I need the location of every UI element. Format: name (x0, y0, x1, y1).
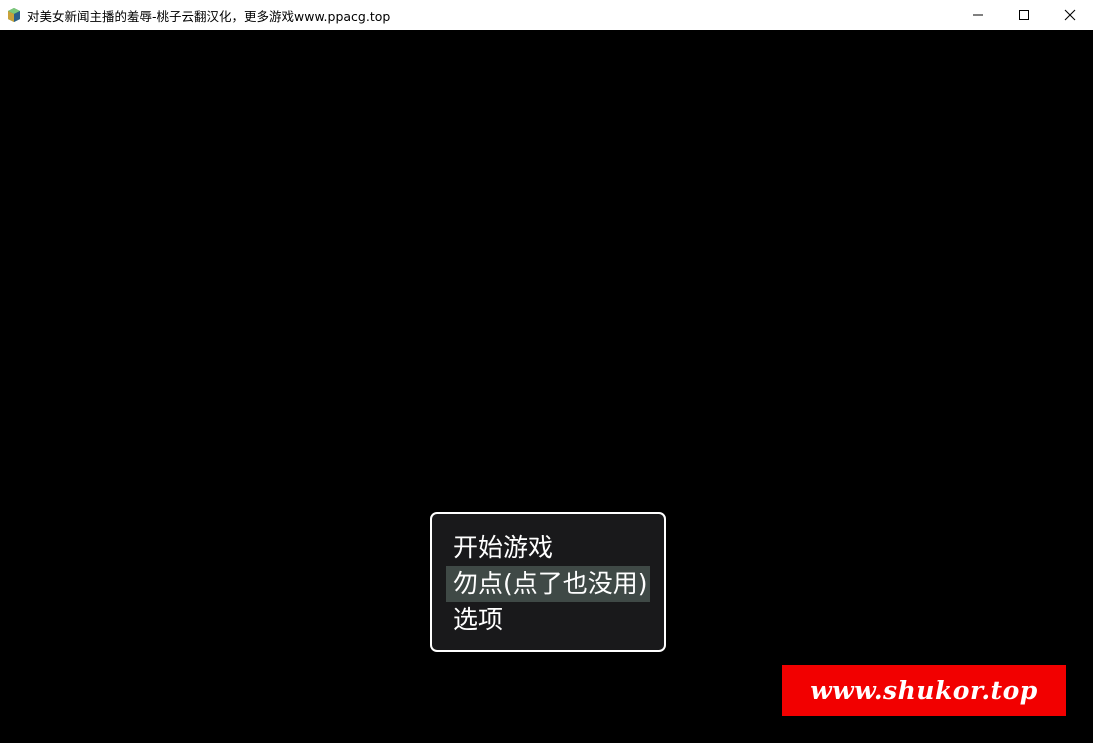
close-button[interactable] (1047, 0, 1093, 30)
minimize-button[interactable] (955, 0, 1001, 30)
title-command-window: 开始游戏 勿点(点了也没用) 选项 (430, 512, 666, 652)
maximize-button[interactable] (1001, 0, 1047, 30)
maximize-icon (1019, 10, 1029, 20)
menu-item-do-not-click[interactable]: 勿点(点了也没用) (446, 566, 650, 602)
game-app-icon (6, 7, 22, 23)
minimize-icon (973, 14, 983, 16)
title-bar[interactable]: 对美女新闻主播的羞辱-桃子云翻汉化，更多游戏www.ppacg.top (0, 0, 1093, 30)
menu-item-new-game[interactable]: 开始游戏 (446, 530, 650, 566)
watermark-text: www.shukor.top (810, 676, 1038, 705)
game-canvas[interactable]: 开始游戏 勿点(点了也没用) 选项 www.shukor.top (0, 30, 1093, 743)
menu-item-options[interactable]: 选项 (446, 602, 650, 638)
window-controls (955, 0, 1093, 30)
window-title: 对美女新闻主播的羞辱-桃子云翻汉化，更多游戏www.ppacg.top (27, 8, 391, 24)
game-window: 对美女新闻主播的羞辱-桃子云翻汉化，更多游戏www.ppacg.top 开始游戏… (0, 0, 1093, 743)
close-icon (1064, 9, 1076, 21)
watermark-banner: www.shukor.top (782, 665, 1066, 716)
